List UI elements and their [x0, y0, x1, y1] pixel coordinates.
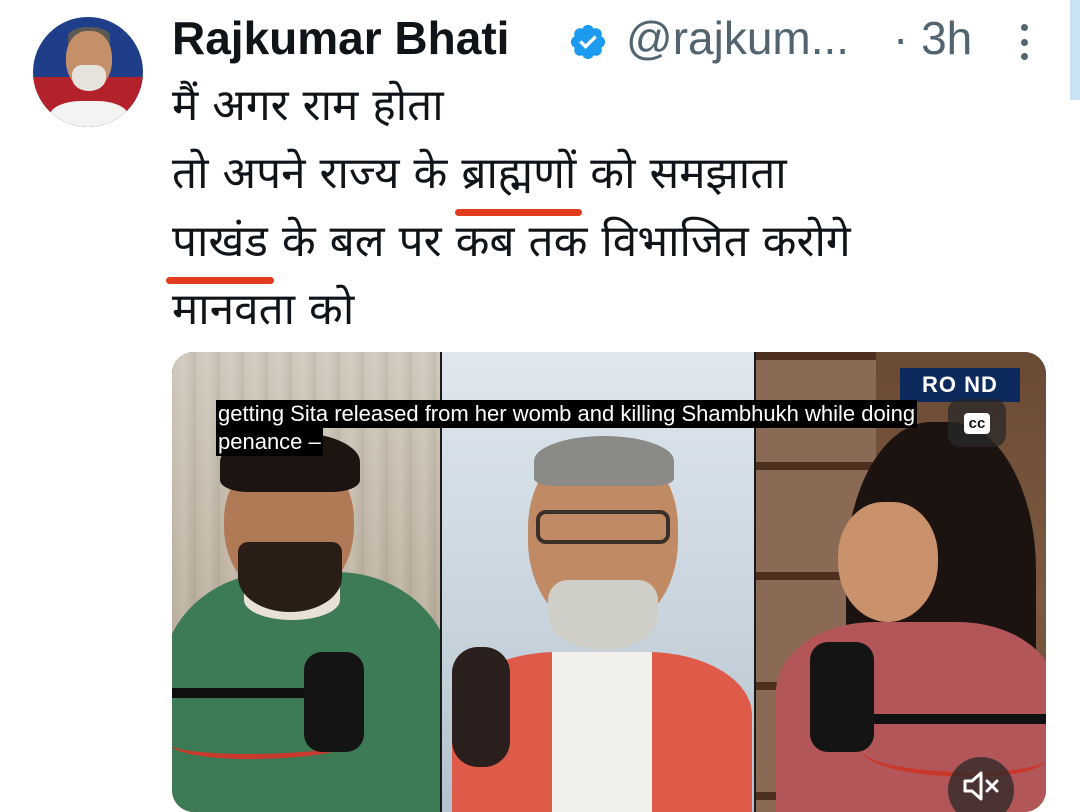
- tweet-line: मैं अगर राम होता: [172, 80, 444, 131]
- avatar[interactable]: [33, 17, 143, 127]
- underlined-word: ब्राह्मणों: [455, 140, 583, 216]
- closed-captions-icon: cc: [963, 412, 991, 434]
- tweet-line: पाखंड के बल पर कब तक विभाजित करोगे: [166, 208, 851, 284]
- more-options-icon[interactable]: [1012, 24, 1036, 60]
- video-caption: getting Sita released from her womb and …: [216, 400, 918, 456]
- author-handle[interactable]: @rajkum...: [626, 10, 849, 66]
- author-name[interactable]: Rajkumar Bhati: [172, 10, 509, 66]
- tweet-line: तो अपने राज्य के ब्राह्मणों को समझाता: [172, 140, 851, 216]
- closed-captions-button[interactable]: cc: [948, 399, 1006, 447]
- microphone: [304, 652, 364, 752]
- tweet-line: मानवता को: [172, 284, 355, 335]
- timestamp[interactable]: · 3h: [893, 10, 972, 66]
- scroll-indicator[interactable]: [1070, 0, 1080, 100]
- verified-badge-icon: [570, 24, 606, 60]
- microphone: [810, 642, 874, 752]
- tweet-text: मैं अगर राम होता तो अपने राज्य के ब्राह्…: [166, 72, 851, 344]
- video-player[interactable]: RO ND getting Sita released from her wom…: [172, 352, 1046, 812]
- underlined-word: पाखंड: [166, 208, 274, 284]
- channel-logo: RO ND: [900, 368, 1020, 402]
- microphone: [452, 647, 510, 767]
- mute-icon: [963, 771, 999, 801]
